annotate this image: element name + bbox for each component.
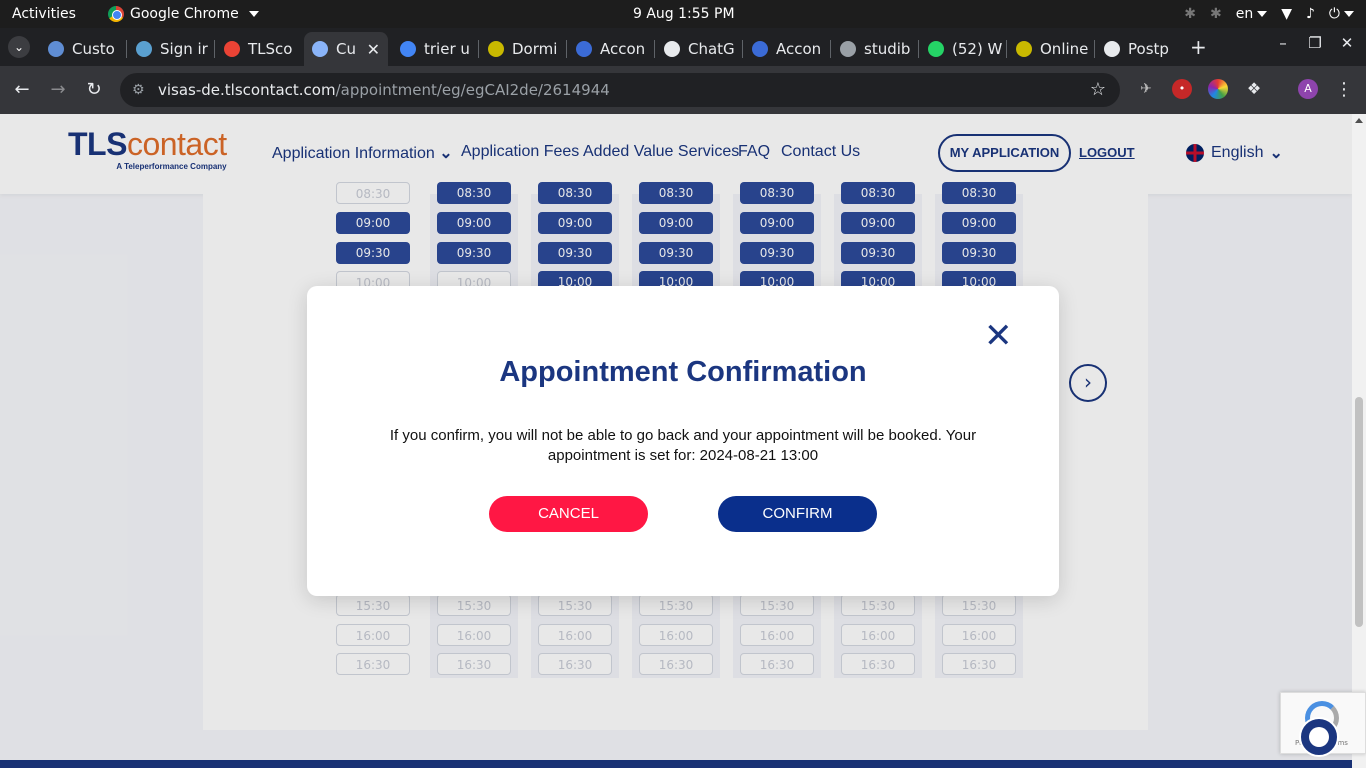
bluetooth-icon[interactable]: ✱ — [1210, 0, 1222, 28]
chevron-down-icon — [248, 11, 259, 17]
activities-button[interactable]: Activities — [12, 0, 76, 28]
app-name: Google Chrome — [130, 6, 239, 22]
browser-tab[interactable]: Cu ✕ — [304, 32, 388, 66]
site-info-icon[interactable]: ⚙ — [132, 73, 145, 107]
browser-tab[interactable]: Custo — [40, 32, 124, 66]
tab-favicon-icon — [48, 41, 64, 57]
tab-favicon-icon — [928, 41, 944, 57]
tab-favicon-icon — [400, 41, 416, 57]
tab-label: Dormi — [512, 40, 558, 58]
chrome-icon — [108, 6, 124, 22]
clock[interactable]: 9 Aug 1:55 PM — [633, 0, 735, 28]
tab-favicon-icon — [752, 41, 768, 57]
browser-tab[interactable]: Online — [1008, 32, 1092, 66]
address-bar[interactable]: ⚙ visas-de.tlscontact.com/appointment/eg… — [120, 73, 1120, 107]
browser-tab[interactable]: Accon — [568, 32, 652, 66]
profile-avatar[interactable]: A — [1298, 79, 1318, 99]
tab-label: Accon — [600, 40, 646, 58]
tab-favicon-icon — [840, 41, 856, 57]
maximize-button[interactable]: ❐ — [1305, 34, 1325, 52]
system-tray[interactable]: ✱ ✱ en ▼ ♪ ⏻ — [1184, 0, 1354, 28]
browser-tab[interactable]: Dormi — [480, 32, 564, 66]
tab-strip: ⌄ Custo Sign ir TLSco Cu ✕ trier u Dormi Accon C… — [0, 28, 1366, 66]
app-menu[interactable]: Google Chrome — [108, 0, 259, 28]
close-tab-icon[interactable]: ✕ — [367, 40, 380, 59]
url-host: visas-de.tlscontact.com — [158, 81, 336, 99]
url-path: /appointment/eg/egCAI2de/2614944 — [335, 81, 610, 99]
tab-label: Sign ir — [160, 40, 208, 58]
browser-tab[interactable]: Postp — [1096, 32, 1180, 66]
tab-favicon-icon — [1016, 41, 1032, 57]
volume-icon[interactable]: ♪ — [1306, 0, 1315, 28]
cancel-button[interactable]: CANCEL — [489, 496, 648, 532]
cookie-settings-icon[interactable] — [1299, 717, 1339, 757]
tab-label: Online — [1040, 40, 1089, 58]
close-icon[interactable]: ✕ — [984, 319, 1013, 353]
tab-label: TLSco — [248, 40, 293, 58]
back-button[interactable]: ← — [10, 78, 34, 102]
new-tab-button[interactable]: + — [1190, 32, 1207, 62]
system-top-bar: Activities Google Chrome 9 Aug 1:55 PM ✱… — [0, 0, 1366, 28]
chrome-menu-icon[interactable]: ⋮ — [1332, 78, 1356, 102]
browser-tab[interactable]: Sign ir — [128, 32, 212, 66]
browser-tab[interactable]: trier u — [392, 32, 476, 66]
extensions-puzzle-icon[interactable]: ❖ — [1244, 79, 1264, 99]
confirm-button[interactable]: CONFIRM — [718, 496, 877, 532]
tab-label: Postp — [1128, 40, 1169, 58]
tab-label: studib — [864, 40, 911, 58]
appointment-confirmation-dialog: ✕ Appointment Confirmation If you confir… — [307, 286, 1059, 596]
tab-favicon-icon — [1104, 41, 1120, 57]
bluetooth-icon[interactable]: ✱ — [1184, 0, 1196, 28]
browser-tab[interactable]: Accon — [744, 32, 828, 66]
tab-label: Custo — [72, 40, 115, 58]
browser-tab[interactable]: TLSco — [216, 32, 300, 66]
power-icon[interactable]: ⏻ — [1329, 0, 1354, 28]
bookmark-star-icon[interactable]: ☆ — [1090, 73, 1106, 107]
page-scrollbar[interactable] — [1352, 114, 1366, 768]
tab-favicon-icon — [576, 41, 592, 57]
extension-icon[interactable]: ✈ — [1136, 79, 1156, 99]
reload-button[interactable]: ↻ — [82, 78, 106, 102]
browser-tab[interactable]: studib — [832, 32, 916, 66]
tab-label: ChatG — [688, 40, 735, 58]
tab-favicon-icon — [224, 41, 240, 57]
tab-label: (52) W — [952, 40, 1003, 58]
browser-tab[interactable]: (52) W — [920, 32, 1004, 66]
extension-icon[interactable] — [1208, 79, 1228, 99]
tab-label: trier u — [424, 40, 470, 58]
tab-search-button[interactable]: ⌄ — [8, 36, 30, 58]
browser-toolbar: ← → ↻ ⚙ visas-de.tlscontact.com/appointm… — [0, 66, 1366, 114]
dialog-message: If you confirm, you will not be able to … — [389, 427, 977, 464]
tab-favicon-icon — [488, 41, 504, 57]
tab-favicon-icon — [136, 41, 152, 57]
minimize-button[interactable]: – — [1273, 34, 1293, 52]
close-window-button[interactable]: ✕ — [1337, 34, 1357, 52]
extension-icon[interactable]: • — [1172, 79, 1192, 99]
tab-label: Cu — [336, 40, 356, 58]
dialog-title: Appointment Confirmation — [499, 356, 867, 388]
keyboard-layout[interactable]: en — [1236, 0, 1268, 28]
forward-button[interactable]: → — [46, 78, 70, 102]
tab-favicon-icon — [664, 41, 680, 57]
wifi-icon[interactable]: ▼ — [1281, 0, 1292, 28]
tab-label: Accon — [776, 40, 822, 58]
tab-favicon-icon — [312, 41, 328, 57]
browser-tab[interactable]: ChatG — [656, 32, 740, 66]
